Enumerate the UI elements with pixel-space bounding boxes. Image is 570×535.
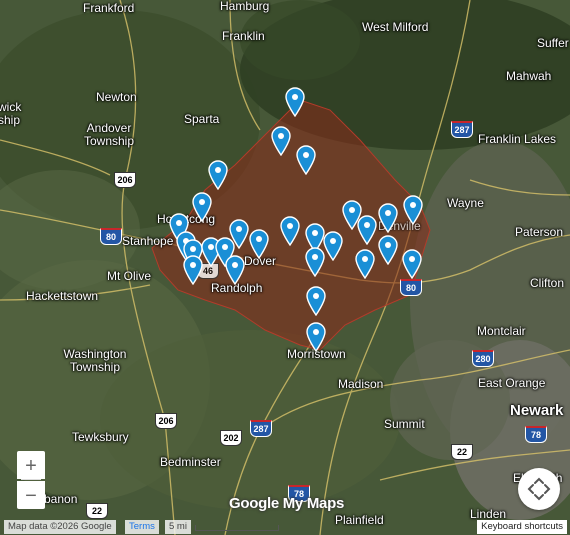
place-label: Wayne xyxy=(447,196,484,210)
scale-label[interactable]: 5 mi xyxy=(165,520,191,534)
place-label: Madison xyxy=(338,377,384,391)
route-shield: 287 xyxy=(451,121,473,138)
google-my-maps-logo: Google My Maps xyxy=(229,495,344,512)
map-marker-pin[interactable] xyxy=(285,87,305,118)
zoom-out-button[interactable]: − xyxy=(17,481,45,509)
zoom-in-button[interactable]: + xyxy=(17,451,45,479)
map-marker-pin[interactable] xyxy=(249,229,269,260)
map-marker-pin[interactable] xyxy=(271,126,291,157)
place-label: Newton xyxy=(96,90,137,104)
place-label: Tewksbury xyxy=(72,430,129,444)
terms-link[interactable]: Terms xyxy=(125,520,159,534)
satellite-imagery xyxy=(0,0,570,535)
route-shield: 280 xyxy=(472,350,494,367)
place-label: Montclair xyxy=(477,324,526,338)
route-shield: 22 xyxy=(86,503,108,519)
place-label: Washington Township xyxy=(63,347,127,374)
map-marker-pin[interactable] xyxy=(306,322,326,353)
place-label: Mt Olive xyxy=(107,269,152,283)
place-label: Suffer xyxy=(537,36,569,50)
map-marker-pin[interactable] xyxy=(402,249,422,280)
place-label: Frankford xyxy=(83,1,135,15)
move-icon xyxy=(527,477,551,501)
place-label: Newark xyxy=(510,402,564,419)
place-label: Franklin Lakes xyxy=(478,132,557,146)
map-attribution: Map data ©2026 Google xyxy=(4,520,116,534)
route-shield: 202 xyxy=(220,430,242,446)
map-marker-pin[interactable] xyxy=(323,231,343,262)
map-marker-pin[interactable] xyxy=(357,215,377,246)
pan-control-button[interactable] xyxy=(518,468,560,510)
map-marker-pin[interactable] xyxy=(403,195,423,226)
route-shield: 80 xyxy=(100,228,122,245)
place-label: Stanhope xyxy=(122,234,174,248)
route-shield: 206 xyxy=(114,172,136,188)
map-marker-pin[interactable] xyxy=(305,247,325,278)
map-marker-pin[interactable] xyxy=(378,203,398,234)
place-label: Plainfield xyxy=(335,513,384,527)
keyboard-shortcuts-button[interactable]: Keyboard shortcuts xyxy=(477,520,567,534)
zoom-divider xyxy=(21,479,41,480)
scale-bar xyxy=(195,525,279,531)
map-marker-pin[interactable] xyxy=(208,160,228,191)
route-shield: 287 xyxy=(250,420,272,437)
place-label: wick ship xyxy=(0,100,22,127)
place-label: Paterson xyxy=(515,225,564,239)
place-label: banon xyxy=(44,492,78,506)
map-marker-pin[interactable] xyxy=(225,255,245,286)
map-marker-pin[interactable] xyxy=(280,216,300,247)
map-marker-pin[interactable] xyxy=(183,255,203,286)
place-label: East Orange xyxy=(478,376,546,390)
map-marker-pin[interactable] xyxy=(296,145,316,176)
place-label: Franklin xyxy=(222,29,265,43)
place-label: Hamburg xyxy=(220,0,270,13)
place-label: Sparta xyxy=(184,112,220,126)
place-label: Bedminster xyxy=(160,455,221,469)
place-label: Clifton xyxy=(530,276,565,290)
route-shield: 80 xyxy=(400,279,422,296)
map-marker-pin[interactable] xyxy=(192,192,212,223)
map-canvas[interactable]: Frankford Hamburg Franklin West Milford … xyxy=(0,0,570,535)
map-marker-pin[interactable] xyxy=(378,235,398,266)
route-shield: 206 xyxy=(155,413,177,429)
place-label: Hackettstown xyxy=(26,289,99,303)
route-shield: 78 xyxy=(525,426,547,443)
map-marker-pin[interactable] xyxy=(306,286,326,317)
place-label: Andover Township xyxy=(83,121,135,148)
map-marker-pin[interactable] xyxy=(355,249,375,280)
route-shield: 22 xyxy=(451,444,473,460)
place-label: Mahwah xyxy=(506,69,552,83)
place-label: West Milford xyxy=(362,20,429,34)
place-label: Summit xyxy=(384,417,425,431)
